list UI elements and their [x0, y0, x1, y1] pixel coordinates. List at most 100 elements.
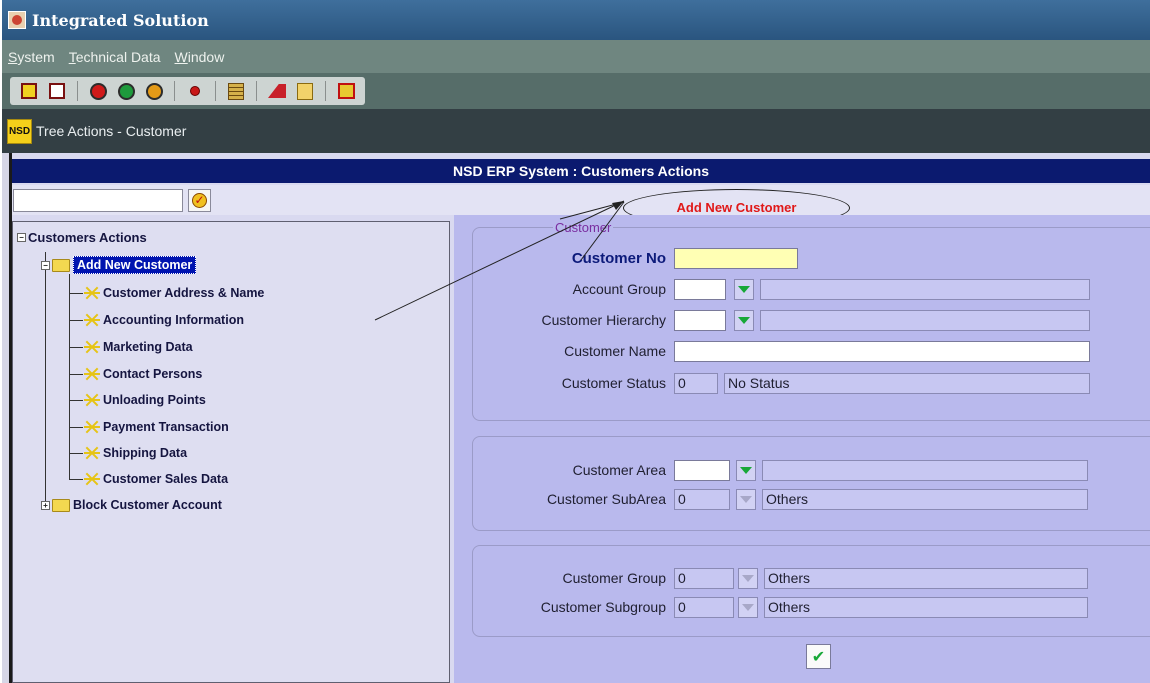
check-icon: ✓ [192, 193, 207, 208]
tree-node-block-customer-account[interactable]: + Block Customer Account [41, 498, 222, 512]
tree-root[interactable]: − Customers Actions [17, 230, 147, 245]
account-group-lov-button[interactable] [734, 279, 754, 300]
area-group-box [472, 436, 1150, 531]
confirm-button[interactable]: ✔ [806, 644, 831, 669]
list-button[interactable] [225, 80, 247, 102]
print-button[interactable] [46, 80, 68, 102]
window-title: Integrated Solution [32, 10, 209, 30]
asterisk-icon [83, 418, 101, 436]
toolbar-separator [325, 81, 326, 101]
tree-connector [69, 479, 83, 480]
edit-icon [268, 84, 286, 98]
list-icon [228, 82, 244, 100]
folder-icon [52, 498, 70, 512]
search-confirm-button[interactable]: ✓ [188, 189, 211, 212]
dropdown-icon [738, 317, 750, 324]
customer-hierarchy-input[interactable] [674, 310, 726, 331]
record-green-button[interactable] [115, 80, 137, 102]
tree-connector [69, 347, 83, 348]
tree-panel: − Customers Actions − Add New Customer C… [12, 221, 450, 683]
record-orange-button[interactable] [143, 80, 165, 102]
tree-node-shipping-data[interactable]: Shipping Data [83, 444, 187, 462]
record-red-icon [89, 82, 107, 100]
customer-subgroup-text: Others [764, 597, 1088, 618]
customer-group-lov-button[interactable] [738, 568, 758, 589]
nsd-logo: NSD [7, 118, 32, 144]
form-area: Customer Customer No Account Group Custo… [454, 215, 1150, 683]
tree-node-label: Unloading Points [103, 393, 206, 407]
tree-node-customer-sales-data[interactable]: Customer Sales Data [83, 470, 228, 488]
tree-node-label: Payment Transaction [103, 420, 229, 434]
account-group-input[interactable] [674, 279, 726, 300]
stop-button[interactable] [184, 80, 206, 102]
customer-name-input[interactable] [674, 341, 1090, 362]
asterisk-icon [83, 338, 101, 356]
title-bar: Integrated Solution [2, 0, 1150, 40]
customer-subgroup-lov-button[interactable] [738, 597, 758, 618]
tree-connector [69, 453, 83, 454]
toolbar-buttons [10, 77, 365, 105]
collapse-icon[interactable]: − [41, 260, 50, 270]
application-window: Integrated Solution System Technical Dat… [2, 0, 1150, 683]
collapse-icon[interactable]: − [17, 233, 26, 242]
content-frame: NSD ERP System : Customers Actions ✓ Add… [9, 153, 1150, 683]
asterisk-icon [83, 444, 101, 462]
menu-system[interactable]: System [8, 49, 55, 65]
customer-area-input[interactable] [674, 460, 730, 481]
menu-window[interactable]: Window [175, 49, 225, 65]
customer-subarea-lov-button[interactable] [736, 489, 756, 510]
customer-area-label: Customer Area [572, 462, 666, 478]
customer-area-description [762, 460, 1088, 481]
tree-node-customer-address-name[interactable]: Customer Address & Name [83, 284, 264, 302]
tree-node-marketing-data[interactable]: Marketing Data [83, 338, 193, 356]
customer-group-classification-box [472, 545, 1150, 637]
toolbar-separator [174, 81, 175, 101]
tree-connector [69, 400, 83, 401]
record-red-button[interactable] [87, 80, 109, 102]
tree-node-label: Customer Address & Name [103, 286, 265, 300]
customer-status-code: 0 [674, 373, 718, 394]
tree-node-label: Marketing Data [103, 340, 193, 354]
dropdown-icon [742, 575, 754, 582]
page-title: NSD ERP System : Customers Actions [12, 159, 1150, 183]
stop-icon [190, 86, 200, 96]
customer-hierarchy-lov-button[interactable] [734, 310, 754, 331]
subwindow-title: Tree Actions - Customer [36, 123, 187, 139]
tree-connector [69, 427, 83, 428]
search-bar: ✓ [12, 185, 1150, 215]
edit-button[interactable] [266, 80, 288, 102]
tree-node-accounting-information[interactable]: Accounting Information [83, 311, 244, 329]
dropdown-icon [742, 604, 754, 611]
asterisk-icon [83, 311, 101, 329]
tree-node-unloading-points[interactable]: Unloading Points [83, 391, 206, 409]
customer-subarea-text: Others [762, 489, 1088, 510]
customer-name-label: Customer Name [564, 343, 666, 359]
checkmark-icon: ✔ [811, 648, 826, 666]
tree-connector [45, 252, 46, 507]
customer-hierarchy-description [760, 310, 1090, 331]
subwindow-title-bar: NSD Tree Actions - Customer [2, 109, 1150, 153]
tree-node-add-new-customer[interactable]: − Add New Customer [41, 256, 197, 274]
customer-no-input[interactable] [674, 248, 798, 269]
dropdown-icon [740, 496, 752, 503]
save-button[interactable] [18, 80, 40, 102]
search-input[interactable] [13, 189, 183, 212]
asterisk-icon [83, 391, 101, 409]
customer-status-label: Customer Status [561, 375, 666, 391]
tree-connector [69, 293, 83, 294]
tree-node-contact-persons[interactable]: Contact Persons [83, 365, 202, 383]
tree-connector [69, 320, 83, 321]
tree-node-payment-transaction[interactable]: Payment Transaction [83, 418, 229, 436]
folder-open-icon [52, 258, 70, 272]
expand-icon[interactable]: + [41, 500, 50, 510]
exit-icon [337, 83, 355, 99]
document-button[interactable] [294, 80, 316, 102]
tree-node-label: Block Customer Account [73, 498, 222, 512]
customer-area-lov-button[interactable] [736, 460, 756, 481]
toolbar-separator [77, 81, 78, 101]
customer-hierarchy-label: Customer Hierarchy [541, 312, 666, 328]
tree-node-label: Accounting Information [103, 313, 244, 327]
exit-button[interactable] [335, 80, 357, 102]
menu-technical-data[interactable]: Technical Data [69, 49, 161, 65]
dropdown-icon [740, 467, 752, 474]
